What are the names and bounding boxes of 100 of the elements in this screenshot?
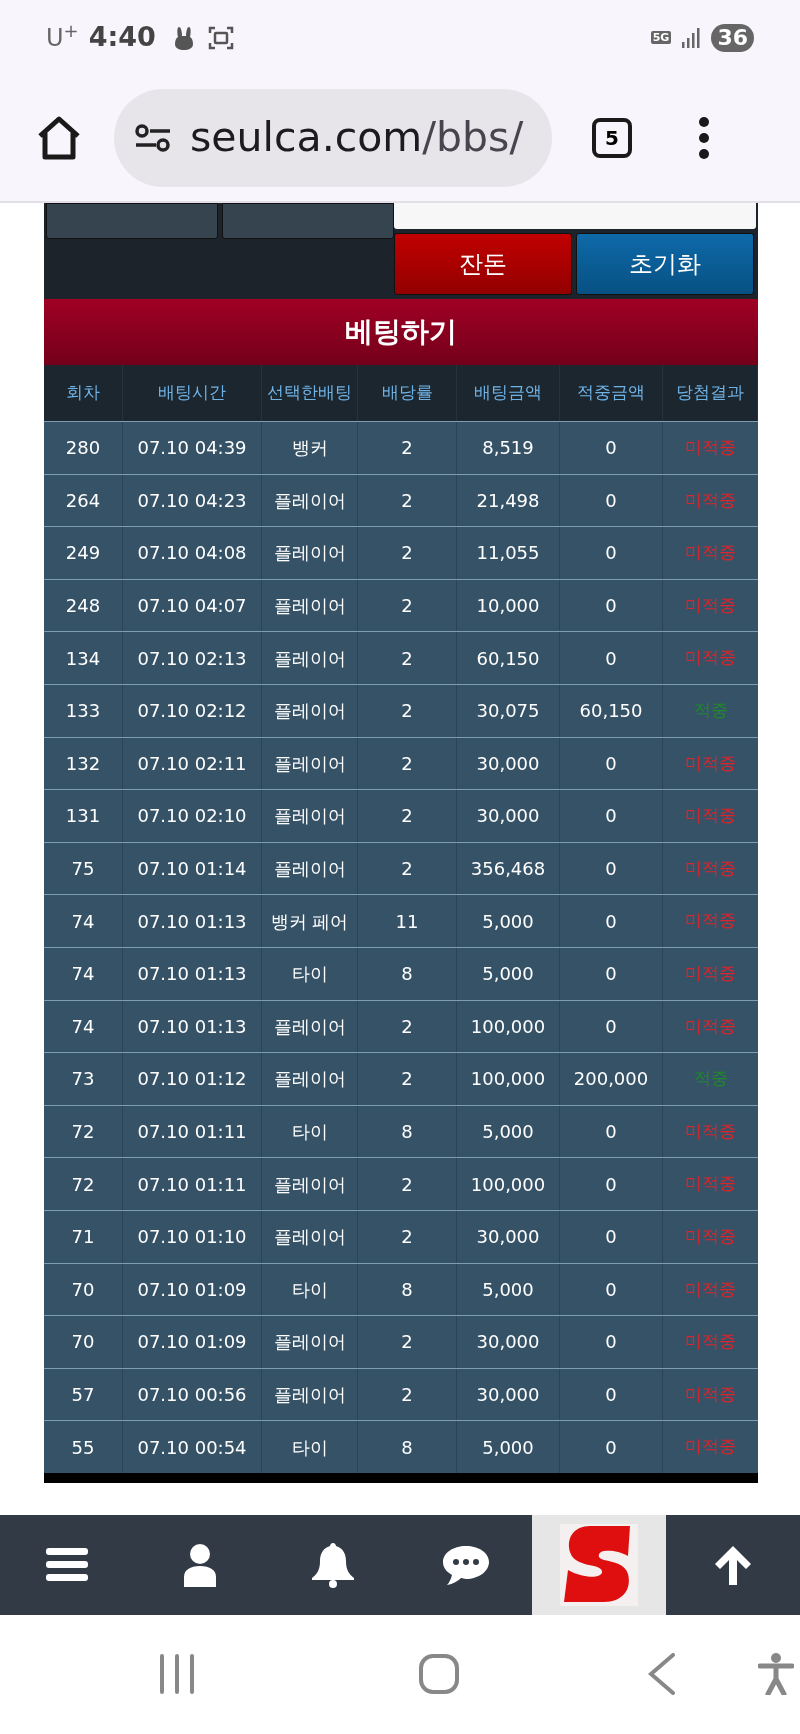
table-cell: 0 bbox=[560, 1421, 663, 1473]
table-cell: 플레이어 bbox=[262, 1316, 358, 1368]
table-cell: 72 bbox=[44, 1158, 123, 1210]
table-cell: 07.10 01:12 bbox=[123, 1053, 262, 1105]
table-cell: 2 bbox=[358, 1158, 457, 1210]
home-button-icon[interactable] bbox=[418, 1653, 460, 1696]
table-cell: 플레이어 bbox=[262, 1053, 358, 1105]
result-cell-text: 미적중 bbox=[684, 962, 737, 985]
result-cell-text: 미적중 bbox=[684, 1330, 737, 1354]
section-header: 베팅하기 bbox=[44, 299, 758, 365]
table-cell: 100,000 bbox=[457, 1053, 560, 1105]
table-cell: 11,055 bbox=[457, 527, 560, 579]
result-cell-text: 미적중 bbox=[684, 751, 737, 775]
table-cell: 11 bbox=[358, 895, 457, 947]
table-cell: 플레이어 bbox=[262, 1158, 358, 1210]
result-cell-text: 미적중 bbox=[684, 1014, 737, 1038]
result-cell-text: 미적중 bbox=[684, 593, 737, 617]
table-cell: 74 bbox=[44, 895, 123, 947]
table-cell: 280 bbox=[44, 422, 123, 474]
table-cell: 07.10 04:39 bbox=[123, 422, 262, 474]
tab-count-button[interactable]: 5 bbox=[592, 118, 632, 158]
table-cell: 133 bbox=[44, 684, 123, 737]
table-cell: 0 bbox=[560, 422, 663, 474]
result-cell-text: 적중 bbox=[692, 699, 729, 722]
table-cell: 07.10 01:09 bbox=[123, 1316, 262, 1368]
table-cell: 07.10 04:08 bbox=[123, 527, 262, 579]
table-cell: 5,000 bbox=[457, 895, 560, 947]
table-cell: 131 bbox=[44, 790, 123, 842]
result-cell-text: 미적중 bbox=[684, 1435, 737, 1459]
table-cell: 타이 bbox=[262, 1421, 358, 1473]
chat-icon[interactable] bbox=[441, 1543, 490, 1586]
table-cell: 200,000 bbox=[560, 1053, 663, 1105]
menu-icon[interactable] bbox=[45, 1545, 88, 1584]
network-badge: 5G bbox=[650, 31, 672, 44]
table-cell: 0 bbox=[560, 790, 663, 842]
reset-button[interactable]: 초기화 bbox=[576, 233, 754, 295]
table-cell: 타이 bbox=[262, 947, 358, 1000]
table-cell: 73 bbox=[44, 1053, 123, 1105]
home-icon[interactable] bbox=[36, 115, 82, 161]
carrier-label: U$^{+}$ bbox=[46, 19, 79, 54]
clock: 4:40 bbox=[88, 20, 156, 55]
table-cell: 뱅커 페어 bbox=[262, 895, 358, 947]
result-cell-text: 미적중 bbox=[684, 541, 737, 565]
balance-button[interactable]: 잔돈 bbox=[394, 233, 572, 295]
table-cell: 07.10 01:13 bbox=[123, 947, 262, 1000]
table-cell: 2 bbox=[358, 632, 457, 684]
table-cell: 60,150 bbox=[457, 632, 560, 684]
result-cell-text: 미적중 bbox=[684, 909, 737, 933]
rabbit-icon bbox=[173, 24, 194, 51]
table-cell: 5,000 bbox=[457, 947, 560, 1000]
table-cell: 71 bbox=[44, 1210, 123, 1263]
table-cell: 30,000 bbox=[457, 1210, 560, 1263]
result-cell-text: 미적중 bbox=[684, 1119, 737, 1143]
bell-icon[interactable] bbox=[309, 1540, 356, 1589]
table-cell: 8,519 bbox=[457, 422, 560, 474]
url-text[interactable]: seulca.com/bbs/ bbox=[190, 107, 524, 169]
table-cell: 2 bbox=[358, 790, 457, 842]
table-cell: 2 bbox=[358, 1316, 457, 1368]
battery-indicator: 36 bbox=[711, 23, 754, 52]
result-cell-text: 미적중 bbox=[684, 646, 737, 670]
result-cell-text: 미적중 bbox=[684, 1277, 737, 1301]
table-cell: 100,000 bbox=[457, 1158, 560, 1210]
site-settings-icon[interactable] bbox=[134, 123, 172, 153]
table-cell: 30,000 bbox=[457, 790, 560, 842]
table-cell: 플레이어 bbox=[262, 1210, 358, 1263]
table-cell: 플레이어 bbox=[262, 632, 358, 684]
table-cell: 07.10 01:11 bbox=[123, 1158, 262, 1210]
result-cell-text: 적중 bbox=[692, 1067, 729, 1091]
table-cell: 70 bbox=[44, 1316, 123, 1368]
table-cell: 2 bbox=[358, 684, 457, 737]
result-cell-text: 미적중 bbox=[684, 436, 737, 460]
table-cell: 07.10 01:13 bbox=[123, 895, 262, 947]
signal-icon bbox=[681, 26, 702, 49]
user-icon[interactable] bbox=[181, 1542, 218, 1587]
table-cell: 0 bbox=[560, 527, 663, 579]
result-cell-text: 미적중 bbox=[684, 804, 737, 828]
select-field[interactable] bbox=[394, 203, 756, 229]
logo-icon[interactable] bbox=[560, 1523, 638, 1606]
table-cell: 07.10 00:54 bbox=[123, 1421, 262, 1473]
address-bar[interactable]: seulca.com/bbs/ bbox=[114, 89, 552, 187]
table-cell: 74 bbox=[44, 947, 123, 1000]
table-cell: 뱅커 bbox=[262, 422, 358, 474]
table-cell: 07.10 01:10 bbox=[123, 1210, 262, 1263]
accessibility-icon[interactable] bbox=[758, 1653, 794, 1696]
table-cell: 30,075 bbox=[457, 684, 560, 737]
more-menu-icon[interactable] bbox=[698, 116, 710, 160]
result-cell-text: 미적중 bbox=[684, 488, 737, 512]
table-cell: 0 bbox=[560, 1316, 663, 1368]
table-cell: 0 bbox=[560, 1210, 663, 1263]
table-cell: 55 bbox=[44, 1421, 123, 1473]
table-cell: 0 bbox=[560, 947, 663, 1000]
back-icon[interactable] bbox=[648, 1653, 676, 1696]
table-cell: 8 bbox=[358, 1421, 457, 1473]
table-cell: 07.10 02:10 bbox=[123, 790, 262, 842]
table-cell: 2 bbox=[358, 1053, 457, 1105]
result-cell-text: 미적중 bbox=[684, 1382, 737, 1406]
table-cell: 플레이어 bbox=[262, 527, 358, 579]
result-cell-text: 미적중 bbox=[684, 1172, 737, 1196]
table-cell: 플레이어 bbox=[262, 684, 358, 737]
recent-apps-icon[interactable] bbox=[158, 1654, 196, 1695]
